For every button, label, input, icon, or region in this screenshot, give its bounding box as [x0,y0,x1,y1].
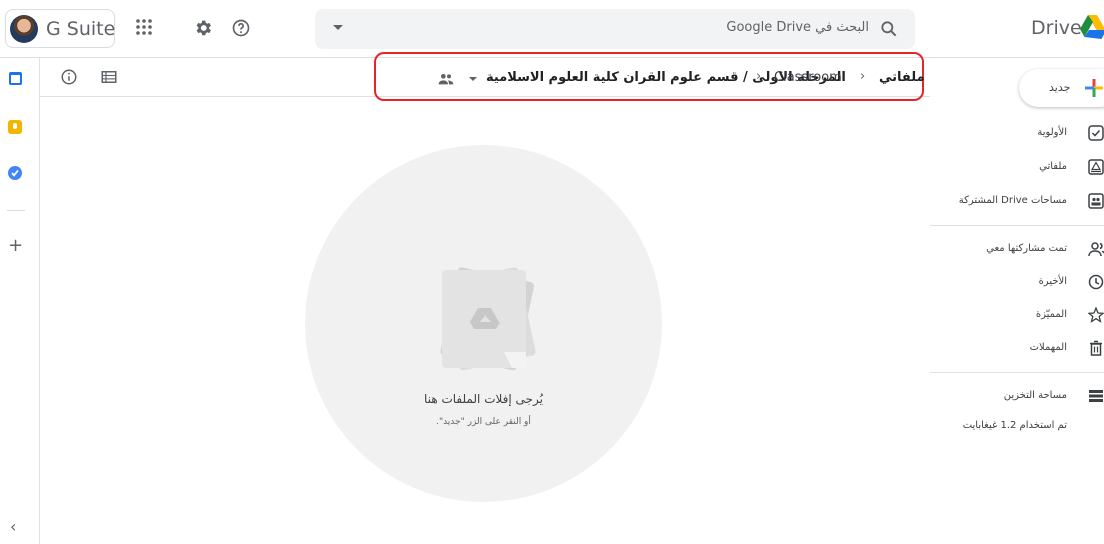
gsuite-brand: G Suite [46,18,116,40]
drive-logo-icon [1080,15,1104,43]
trash-icon [1088,340,1104,356]
nav-item-my-drive[interactable]: ملفاتي [1039,161,1067,172]
breadcrumb-chevron-icon: › [756,69,762,84]
gsuite-account-chip[interactable]: G Suite [5,9,115,48]
nav-item-recent[interactable]: الأخيرة [1039,276,1067,287]
nav-divider [930,372,1104,373]
breadcrumb-classroom[interactable]: Classroom [774,70,842,85]
nav-item-trash[interactable]: المهملات [1030,342,1067,353]
top-bar: G Suite البحث في Google Drive Drive [0,0,1104,58]
shared-folder-people-icon [438,70,454,89]
tasks-icon[interactable] [8,166,22,180]
empty-state-title: يُرجى إفلات الملفات هنا [424,392,543,406]
shared-with-me-icon [1088,241,1104,257]
folder-menu-caret-icon[interactable] [469,77,477,81]
search-icon[interactable] [879,19,899,43]
rail-divider [7,210,25,211]
new-button-label: جديد [1049,81,1071,94]
nav-item-shared-with-me[interactable]: تمت مشاركتها معي [986,243,1067,254]
priority-icon [1088,125,1104,141]
new-plus-icon [1085,79,1103,101]
apps-grid-icon[interactable] [134,17,154,37]
nav-divider [930,225,1104,226]
avatar[interactable] [10,15,38,43]
nav-item-priority[interactable]: الأولوية [1037,127,1067,138]
help-icon[interactable] [231,18,251,38]
calendar-icon[interactable] [9,72,22,85]
search-options-caret-icon[interactable] [333,25,343,30]
nav-item-shared-drives[interactable]: مساحات Drive المشتركة [959,195,1067,206]
collapse-panel-chevron-icon[interactable]: ‹ [10,518,16,536]
nav-item-starred[interactable]: المميّزة [1036,309,1067,320]
starred-icon [1087,306,1104,323]
my-drive-icon [1088,159,1104,175]
breadcrumb: المرحلة الاولى / قسم علوم القران كلية ال… [374,52,925,101]
settings-gear-icon[interactable] [193,18,213,38]
info-icon[interactable] [60,68,78,90]
keep-icon[interactable] [8,120,22,134]
empty-state-subtitle: أو النقر على الزر "جديد". [436,417,531,427]
nav-item-storage[interactable]: مساحة التخزين [1004,390,1067,401]
storage-usage-text: تم استخدام 1.2 غيغابايت [962,420,1067,431]
add-addon-plus-icon[interactable]: + [8,236,23,256]
new-button[interactable]: جديد [1019,69,1104,107]
list-view-icon[interactable] [100,68,118,90]
breadcrumb-my-drive[interactable]: ملفاتي [879,70,925,85]
shared-drives-icon [1088,193,1104,209]
empty-folder-illustration-icon [428,260,548,384]
recent-icon [1088,274,1104,290]
search-bar[interactable]: البحث في Google Drive [315,9,915,49]
search-input[interactable]: البحث في Google Drive [726,20,869,35]
storage-icon [1088,388,1104,404]
app-title: Drive [1031,17,1082,39]
breadcrumb-chevron-icon: › [860,69,866,84]
